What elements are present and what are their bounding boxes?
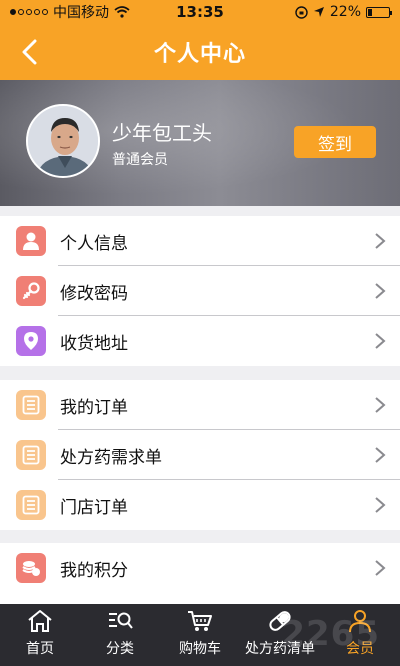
menu-item-my-orders[interactable]: 我的订单	[0, 380, 400, 430]
status-right: 22%	[295, 4, 392, 20]
tab-label: 购物车	[179, 641, 221, 657]
menu-item-change-password[interactable]: 修改密码	[0, 266, 400, 316]
avatar[interactable]	[26, 104, 100, 178]
tab-prescription-list[interactable]: 处方药清单	[240, 604, 320, 666]
member-icon	[347, 608, 373, 634]
chevron-right-icon	[375, 233, 386, 249]
nav-bar: 个人中心	[0, 24, 400, 80]
wifi-icon	[114, 6, 130, 18]
location-pin-icon	[16, 326, 46, 356]
search-list-icon	[107, 608, 133, 634]
status-time: 13:35	[176, 3, 224, 21]
member-level: 普通会员	[112, 152, 168, 168]
menu-group-orders: 我的订单 处方药需求单 门店订单	[0, 380, 400, 530]
menu-label: 收货地址	[60, 333, 128, 354]
chevron-right-icon	[375, 333, 386, 349]
checkin-button[interactable]: 签到	[294, 126, 376, 158]
menu-item-prescription-requests[interactable]: 处方药需求单	[0, 430, 400, 480]
tab-home[interactable]: 首页	[0, 604, 80, 666]
chevron-left-icon	[22, 39, 37, 65]
order-list-icon	[16, 390, 46, 420]
status-left: 中国移动	[10, 2, 130, 22]
tab-label: 处方药清单	[245, 641, 315, 657]
menu-item-my-points[interactable]: 我的积分	[0, 543, 400, 593]
coins-icon	[16, 553, 46, 583]
home-icon	[27, 608, 53, 634]
avatar-portrait	[28, 106, 98, 176]
profile-name: 少年包工头	[112, 121, 212, 145]
profile-header: 少年包工头 普通会员 签到	[0, 80, 400, 206]
key-icon	[16, 276, 46, 306]
menu-group-account: 个人信息 修改密码 收货地址	[0, 216, 400, 366]
carrier-name: 中国移动	[53, 5, 109, 21]
menu-label: 个人信息	[60, 233, 128, 254]
page-title: 个人中心	[153, 42, 246, 67]
rotation-lock-icon	[295, 5, 308, 19]
menu-label: 我的积分	[60, 560, 128, 581]
pill-icon	[267, 608, 293, 634]
tab-label: 分类	[106, 641, 134, 657]
cart-icon	[187, 608, 213, 634]
battery-percent: 22%	[329, 4, 361, 20]
menu-label: 修改密码	[60, 283, 128, 304]
user-icon	[16, 226, 46, 256]
back-button[interactable]	[14, 36, 44, 68]
tab-label: 首页	[26, 641, 54, 657]
menu-label: 我的订单	[60, 397, 128, 418]
signal-strength-icon	[10, 9, 48, 15]
chevron-right-icon	[375, 397, 386, 413]
menu-label: 门店订单	[60, 497, 128, 518]
chevron-right-icon	[375, 447, 386, 463]
tab-category[interactable]: 分类	[80, 604, 160, 666]
chevron-right-icon	[375, 497, 386, 513]
menu-item-personal-info[interactable]: 个人信息	[0, 216, 400, 266]
order-list-icon	[16, 440, 46, 470]
battery-icon	[366, 6, 392, 18]
tab-member[interactable]: 会员	[320, 604, 400, 666]
tab-bar: 首页 分类 购物车 处方药清单 会员 2265	[0, 604, 400, 666]
menu-group-points: 我的积分	[0, 543, 400, 605]
status-bar: 中国移动 13:35 22%	[0, 0, 400, 24]
menu-item-shipping-address[interactable]: 收货地址	[0, 316, 400, 366]
tab-cart[interactable]: 购物车	[160, 604, 240, 666]
tab-label: 会员	[346, 641, 374, 657]
location-arrow-icon	[313, 7, 324, 17]
chevron-right-icon	[375, 283, 386, 299]
order-list-icon	[16, 490, 46, 520]
menu-label: 处方药需求单	[60, 447, 162, 468]
menu-item-store-orders[interactable]: 门店订单	[0, 480, 400, 530]
chevron-right-icon	[375, 560, 386, 576]
